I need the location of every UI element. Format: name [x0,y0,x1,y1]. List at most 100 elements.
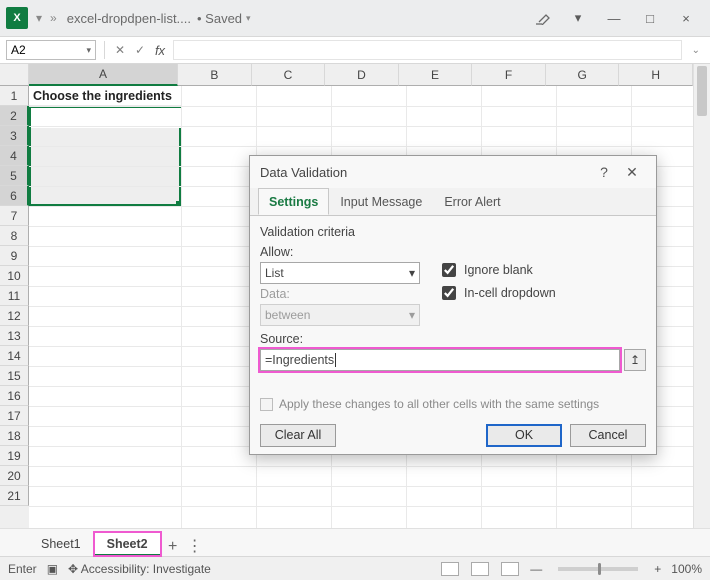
tab-settings[interactable]: Settings [258,188,329,215]
apply-all-label: Apply these changes to all other cells w… [279,397,599,411]
row-header-8[interactable]: 8 [0,226,29,246]
row-header-16[interactable]: 16 [0,386,29,406]
status-bar: Enter ▣ ✥ Accessibility: Investigate — +… [0,556,710,580]
cancel-button[interactable]: Cancel [570,424,646,447]
vertical-scrollbar[interactable] [693,64,710,528]
file-name-dropdown-icon[interactable]: ▾ [246,13,251,24]
name-box-dropdown-icon[interactable]: ▾ [86,45,91,56]
expand-formula-bar-icon[interactable]: ⌄ [688,45,704,56]
dialog-titlebar[interactable]: Data Validation ? ✕ [250,156,656,188]
save-status: • Saved [197,11,242,26]
zoom-slider[interactable] [558,567,638,571]
row-header-20[interactable]: 20 [0,466,29,486]
row-headers: 123456789101112131415161718192021 [0,86,29,528]
active-cell[interactable] [31,108,182,128]
ignore-blank-checkbox[interactable]: Ignore blank [438,260,646,280]
view-page-break-icon[interactable] [501,562,519,576]
row-header-10[interactable]: 10 [0,266,29,286]
data-dropdown: between ▾ [260,304,420,326]
titlebar: X ▾ » excel-dropdpen-list.... • Saved ▾ … [0,0,710,36]
qa-toolbar-chevron-icon[interactable]: ▾ [36,11,42,25]
accessibility-status[interactable]: ✥ Accessibility: Investigate [68,562,211,576]
row-header-1[interactable]: 1 [0,86,29,106]
collapse-dialog-button[interactable]: ↥ [624,349,646,371]
row-header-4[interactable]: 4 [0,146,29,166]
col-header-g[interactable]: G [546,64,620,86]
name-box-value: A2 [11,43,26,57]
macro-record-icon[interactable]: ▣ [47,562,58,576]
col-header-e[interactable]: E [399,64,473,86]
col-header-a[interactable]: A [29,64,178,86]
col-header-b[interactable]: B [178,64,252,86]
col-header-c[interactable]: C [252,64,326,86]
source-input[interactable]: =Ingredients [260,349,620,371]
row-header-19[interactable]: 19 [0,446,29,466]
row-header-7[interactable]: 7 [0,206,29,226]
sheet-tab-sheet2[interactable]: Sheet2 [94,532,161,556]
col-header-h[interactable]: H [619,64,693,86]
apply-all-box [260,398,273,411]
row-header-12[interactable]: 12 [0,306,29,326]
row-header-14[interactable]: 14 [0,346,29,366]
incell-dropdown-label: In-cell dropdown [464,286,556,300]
sheet-tab-bar: Sheet1 Sheet2 + ⋮ [0,528,710,556]
tab-input-message[interactable]: Input Message [329,188,433,215]
source-label: Source: [260,332,646,346]
row-header-6[interactable]: 6 [0,186,29,206]
col-header-d[interactable]: D [325,64,399,86]
chevron-down-icon: ▾ [409,266,415,280]
view-page-layout-icon[interactable] [471,562,489,576]
insert-function-icon[interactable]: fx [153,43,167,57]
ignore-blank-label: Ignore blank [464,263,533,277]
source-value: =Ingredients [265,353,334,367]
minimize-button[interactable]: — [596,4,632,32]
row-header-3[interactable]: 3 [0,126,29,146]
selected-range[interactable] [29,106,181,206]
ribbon-display-dropdown-icon[interactable]: ▾ [560,4,596,32]
close-window-button[interactable]: × [668,4,704,32]
accept-formula-icon[interactable]: ✓ [133,43,147,57]
row-header-2[interactable]: 2 [0,106,29,126]
sheet-tabs-more-icon[interactable]: ⋮ [185,536,205,556]
sheet-tab-sheet1[interactable]: Sheet1 [28,532,94,556]
dialog-help-button[interactable]: ? [590,158,618,186]
select-all-triangle[interactable] [0,64,29,86]
row-header-9[interactable]: 9 [0,246,29,266]
row-header-21[interactable]: 21 [0,486,29,506]
scrollbar-thumb[interactable] [697,66,707,116]
zoom-level[interactable]: 100% [671,562,702,576]
formula-bar: A2 ▾ ✕ ✓ fx ⌄ [0,36,710,64]
name-box[interactable]: A2 ▾ [6,40,96,60]
maximize-button[interactable]: □ [632,4,668,32]
row-header-13[interactable]: 13 [0,326,29,346]
row-header-15[interactable]: 15 [0,366,29,386]
eraser-icon[interactable] [524,4,560,32]
ribbon-overflow-icon[interactable]: » [50,11,57,25]
cell-a1[interactable]: Choose the ingredients [29,86,181,106]
col-header-f[interactable]: F [472,64,546,86]
row-header-17[interactable]: 17 [0,406,29,426]
allow-label: Allow: [260,245,420,259]
file-name: excel-dropdpen-list.... [67,11,191,26]
data-label: Data: [260,287,420,301]
zoom-in-button[interactable]: + [654,562,661,576]
view-normal-icon[interactable] [441,562,459,576]
excel-app-icon: X [6,7,28,29]
zoom-out-button[interactable]: — [530,562,542,576]
clear-all-button[interactable]: Clear All [260,424,336,447]
formula-input[interactable] [173,40,682,60]
status-mode: Enter [8,562,37,576]
row-header-5[interactable]: 5 [0,166,29,186]
data-validation-dialog: Data Validation ? ✕ Settings Input Messa… [249,155,657,455]
chevron-down-icon: ▾ [409,308,415,322]
incell-dropdown-checkbox[interactable]: In-cell dropdown [438,283,646,303]
row-header-11[interactable]: 11 [0,286,29,306]
row-header-18[interactable]: 18 [0,426,29,446]
tab-error-alert[interactable]: Error Alert [433,188,511,215]
ok-button[interactable]: OK [486,424,562,447]
dialog-close-button[interactable]: ✕ [618,158,646,186]
cancel-formula-icon[interactable]: ✕ [113,43,127,57]
allow-dropdown[interactable]: List ▾ [260,262,420,284]
new-sheet-button[interactable]: + [161,538,185,556]
allow-value: List [265,266,284,280]
